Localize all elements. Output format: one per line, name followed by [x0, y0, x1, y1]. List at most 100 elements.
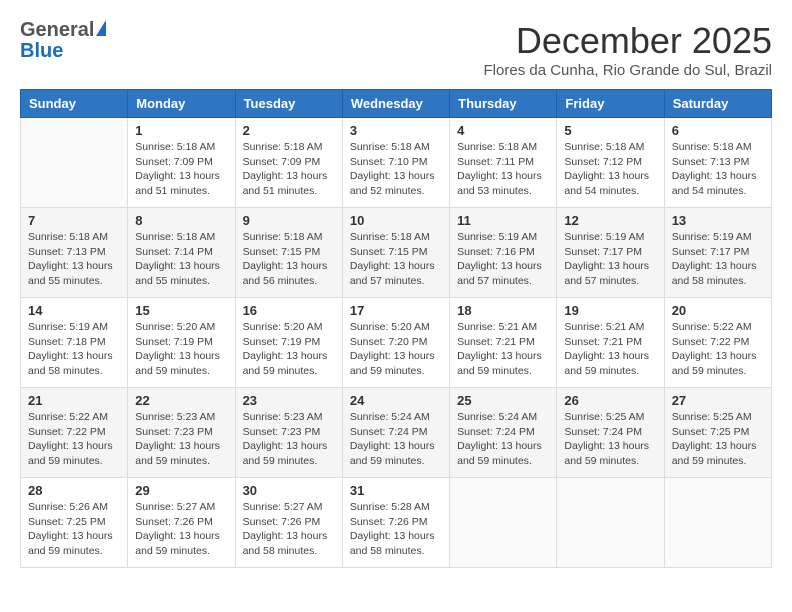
calendar-cell: 4 Sunrise: 5:18 AMSunset: 7:11 PMDaylight… — [450, 118, 557, 208]
cell-info: Sunrise: 5:26 AMSunset: 7:25 PMDaylight:… — [28, 500, 120, 559]
calendar-week-row: 1 Sunrise: 5:18 AMSunset: 7:09 PMDaylight… — [21, 118, 772, 208]
day-number: 1 — [135, 123, 227, 138]
logo: General Blue — [20, 20, 106, 63]
calendar-cell — [450, 478, 557, 568]
cell-info: Sunrise: 5:27 AMSunset: 7:26 PMDaylight:… — [243, 500, 335, 559]
cell-info: Sunrise: 5:25 AMSunset: 7:24 PMDaylight:… — [564, 410, 656, 469]
calendar-cell: 13Sunrise: 5:19 AMSunset: 7:17 PMDayligh… — [664, 208, 771, 298]
weekday-header-sunday: Sunday — [21, 90, 128, 118]
day-number: 10 — [350, 213, 442, 228]
day-number: 5 — [564, 123, 656, 138]
location-title: Flores da Cunha, Rio Grande do Sul, Braz… — [484, 62, 772, 79]
calendar-cell: 25Sunrise: 5:24 AMSunset: 7:24 PMDayligh… — [450, 388, 557, 478]
calendar-cell: 30 Sunrise: 5:27 AMSunset: 7:26 PMDayligh… — [235, 478, 342, 568]
day-number: 23 — [243, 393, 335, 408]
calendar-cell: 28 Sunrise: 5:26 AMSunset: 7:25 PMDayligh… — [21, 478, 128, 568]
cell-info: Sunrise: 5:18 AMSunset: 7:09 PMDaylight:… — [135, 140, 227, 199]
calendar-cell: 19 Sunrise: 5:21 AMSunset: 7:21 PMDayligh… — [557, 298, 664, 388]
calendar-cell: 5 Sunrise: 5:18 AMSunset: 7:12 PMDaylight… — [557, 118, 664, 208]
calendar-cell: 27Sunrise: 5:25 AMSunset: 7:25 PMDayligh… — [664, 388, 771, 478]
logo-general-text: General — [20, 20, 94, 40]
cell-info: Sunrise: 5:24 AMSunset: 7:24 PMDaylight:… — [457, 410, 549, 469]
cell-info: Sunrise: 5:22 AMSunset: 7:22 PMDaylight:… — [28, 410, 120, 469]
calendar-cell: 17 Sunrise: 5:20 AMSunset: 7:20 PMDayligh… — [342, 298, 449, 388]
day-number: 11 — [457, 213, 549, 228]
day-number: 9 — [243, 213, 335, 228]
day-number: 31 — [350, 483, 442, 498]
day-number: 4 — [457, 123, 549, 138]
calendar-cell: 11 Sunrise: 5:19 AMSunset: 7:16 PMDayligh… — [450, 208, 557, 298]
cell-info: Sunrise: 5:18 AMSunset: 7:12 PMDaylight:… — [564, 140, 656, 199]
cell-info: Sunrise: 5:18 AMSunset: 7:14 PMDaylight:… — [135, 230, 227, 289]
logo-blue-text: Blue — [20, 40, 63, 62]
day-number: 28 — [28, 483, 120, 498]
day-number: 20 — [672, 303, 764, 318]
day-number: 6 — [672, 123, 764, 138]
cell-info: Sunrise: 5:18 AMSunset: 7:10 PMDaylight:… — [350, 140, 442, 199]
cell-info: Sunrise: 5:18 AMSunset: 7:09 PMDaylight:… — [243, 140, 335, 199]
calendar-cell: 23 Sunrise: 5:23 AMSunset: 7:23 PMDayligh… — [235, 388, 342, 478]
day-number: 8 — [135, 213, 227, 228]
cell-info: Sunrise: 5:21 AMSunset: 7:21 PMDaylight:… — [564, 320, 656, 379]
day-number: 24 — [350, 393, 442, 408]
calendar-cell: 15 Sunrise: 5:20 AMSunset: 7:19 PMDayligh… — [128, 298, 235, 388]
day-number: 19 — [564, 303, 656, 318]
cell-info: Sunrise: 5:20 AMSunset: 7:20 PMDaylight:… — [350, 320, 442, 379]
calendar-cell — [664, 478, 771, 568]
cell-info: Sunrise: 5:19 AMSunset: 7:17 PMDaylight:… — [672, 230, 764, 289]
cell-info: Sunrise: 5:24 AMSunset: 7:24 PMDaylight:… — [350, 410, 442, 469]
day-number: 29 — [135, 483, 227, 498]
calendar-week-row: 21 Sunrise: 5:22 AMSunset: 7:22 PMDayligh… — [21, 388, 772, 478]
cell-info: Sunrise: 5:20 AMSunset: 7:19 PMDaylight:… — [243, 320, 335, 379]
calendar-week-row: 14 Sunrise: 5:19 AMSunset: 7:18 PMDayligh… — [21, 298, 772, 388]
day-number: 3 — [350, 123, 442, 138]
day-number: 12 — [564, 213, 656, 228]
day-number: 16 — [243, 303, 335, 318]
day-number: 22 — [135, 393, 227, 408]
calendar-cell: 21 Sunrise: 5:22 AMSunset: 7:22 PMDayligh… — [21, 388, 128, 478]
cell-info: Sunrise: 5:21 AMSunset: 7:21 PMDaylight:… — [457, 320, 549, 379]
cell-info: Sunrise: 5:25 AMSunset: 7:25 PMDaylight:… — [672, 410, 764, 469]
day-number: 17 — [350, 303, 442, 318]
calendar-cell: 12 Sunrise: 5:19 AMSunset: 7:17 PMDayligh… — [557, 208, 664, 298]
calendar-table: SundayMondayTuesdayWednesdayThursdayFrid… — [20, 89, 772, 568]
cell-info: Sunrise: 5:19 AMSunset: 7:16 PMDaylight:… — [457, 230, 549, 289]
calendar-cell: 3 Sunrise: 5:18 AMSunset: 7:10 PMDaylight… — [342, 118, 449, 208]
calendar-cell: 31 Sunrise: 5:28 AMSunset: 7:26 PMDayligh… — [342, 478, 449, 568]
calendar-cell: 16 Sunrise: 5:20 AMSunset: 7:19 PMDayligh… — [235, 298, 342, 388]
cell-info: Sunrise: 5:19 AMSunset: 7:18 PMDaylight:… — [28, 320, 120, 379]
weekday-header-wednesday: Wednesday — [342, 90, 449, 118]
cell-info: Sunrise: 5:18 AMSunset: 7:15 PMDaylight:… — [350, 230, 442, 289]
weekday-header-row: SundayMondayTuesdayWednesdayThursdayFrid… — [21, 90, 772, 118]
calendar-cell: 26 Sunrise: 5:25 AMSunset: 7:24 PMDayligh… — [557, 388, 664, 478]
cell-info: Sunrise: 5:18 AMSunset: 7:11 PMDaylight:… — [457, 140, 549, 199]
day-number: 18 — [457, 303, 549, 318]
day-number: 14 — [28, 303, 120, 318]
day-number: 21 — [28, 393, 120, 408]
calendar-cell: 1 Sunrise: 5:18 AMSunset: 7:09 PMDaylight… — [128, 118, 235, 208]
weekday-header-thursday: Thursday — [450, 90, 557, 118]
day-number: 30 — [243, 483, 335, 498]
cell-info: Sunrise: 5:28 AMSunset: 7:26 PMDaylight:… — [350, 500, 442, 559]
calendar-cell: 6 Sunrise: 5:18 AMSunset: 7:13 PMDaylight… — [664, 118, 771, 208]
day-number: 15 — [135, 303, 227, 318]
cell-info: Sunrise: 5:20 AMSunset: 7:19 PMDaylight:… — [135, 320, 227, 379]
weekday-header-friday: Friday — [557, 90, 664, 118]
calendar-cell — [557, 478, 664, 568]
calendar-cell: 8 Sunrise: 5:18 AMSunset: 7:14 PMDaylight… — [128, 208, 235, 298]
day-number: 7 — [28, 213, 120, 228]
weekday-header-tuesday: Tuesday — [235, 90, 342, 118]
cell-info: Sunrise: 5:22 AMSunset: 7:22 PMDaylight:… — [672, 320, 764, 379]
cell-info: Sunrise: 5:18 AMSunset: 7:13 PMDaylight:… — [28, 230, 120, 289]
calendar-cell: 9Sunrise: 5:18 AMSunset: 7:15 PMDaylight… — [235, 208, 342, 298]
calendar-cell — [21, 118, 128, 208]
day-number: 26 — [564, 393, 656, 408]
calendar-cell: 2Sunrise: 5:18 AMSunset: 7:09 PMDaylight… — [235, 118, 342, 208]
cell-info: Sunrise: 5:23 AMSunset: 7:23 PMDaylight:… — [243, 410, 335, 469]
cell-info: Sunrise: 5:19 AMSunset: 7:17 PMDaylight:… — [564, 230, 656, 289]
cell-info: Sunrise: 5:18 AMSunset: 7:13 PMDaylight:… — [672, 140, 764, 199]
calendar-week-row: 7 Sunrise: 5:18 AMSunset: 7:13 PMDaylight… — [21, 208, 772, 298]
calendar-cell: 14 Sunrise: 5:19 AMSunset: 7:18 PMDayligh… — [21, 298, 128, 388]
cell-info: Sunrise: 5:23 AMSunset: 7:23 PMDaylight:… — [135, 410, 227, 469]
calendar-cell: 24 Sunrise: 5:24 AMSunset: 7:24 PMDayligh… — [342, 388, 449, 478]
